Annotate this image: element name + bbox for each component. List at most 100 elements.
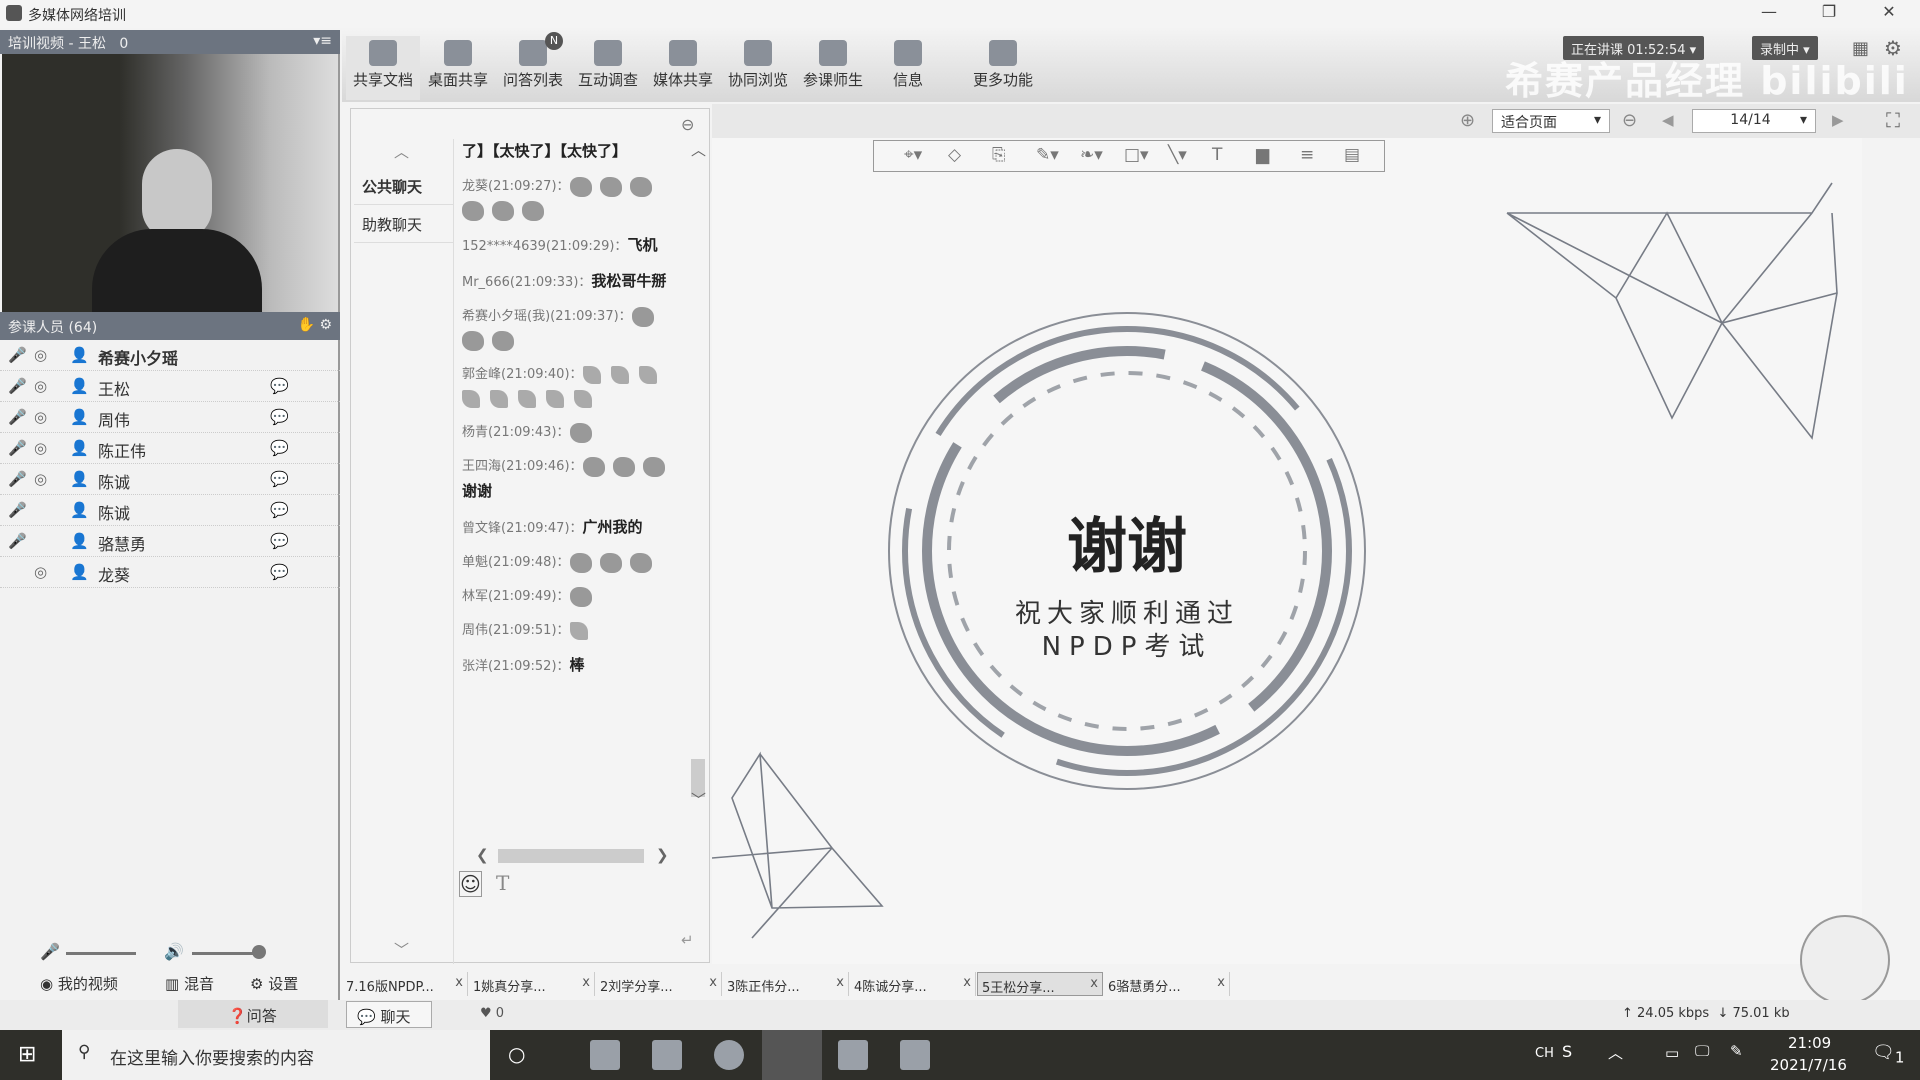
training-app-active[interactable] (762, 1030, 822, 1080)
mic-status-icon[interactable]: 🎤 (8, 532, 27, 550)
battery-icon[interactable]: ▭ (1665, 1044, 1679, 1062)
tabs-scroll-down[interactable]: ﹀ (394, 939, 409, 960)
tab-assistant-chat[interactable]: 助教聊天 (354, 205, 454, 243)
private-chat-icon[interactable]: 💬 (270, 563, 289, 581)
private-chat-icon[interactable]: 💬 (270, 470, 289, 488)
layout-icon[interactable]: ▦ (1852, 38, 1869, 59)
app-c2-icon[interactable] (900, 1040, 930, 1070)
app-c-icon[interactable] (838, 1040, 868, 1070)
annotation-tool-icon[interactable]: ◇ (948, 145, 961, 165)
mic-volume-slider[interactable] (66, 952, 136, 955)
close-tab-icon[interactable]: x (1090, 976, 1098, 991)
prev-page-button[interactable]: ◀ (1662, 111, 1674, 129)
participant-row[interactable]: 🎤 ◎ 👤 周伟 💬 (0, 402, 340, 433)
annotation-tool-icon[interactable]: ▆ (1256, 145, 1269, 165)
mix-button[interactable]: ▥ 混音 (165, 973, 214, 994)
document-tab[interactable]: 3陈正伟分... x (723, 972, 849, 996)
taskbar-search[interactable]: ⚲ 在这里输入你要搜索的内容 (62, 1030, 490, 1080)
gear-icon[interactable]: ⚙ (1884, 36, 1902, 60)
clock-date[interactable]: 2021/7/16 (1770, 1056, 1847, 1074)
annotation-tool-icon[interactable]: ⌖▾ (904, 145, 922, 165)
participant-row[interactable]: 🎤 ◎ 👤 陈正伟 💬 (0, 433, 340, 464)
notification-icon[interactable]: 🗨1 (1872, 1042, 1904, 1067)
close-tab-icon[interactable]: x (455, 975, 463, 990)
minimize-button[interactable]: — (1746, 2, 1792, 26)
participant-row[interactable]: 🎤 ◎ 👤 王松 💬 (0, 371, 340, 402)
toolbar-button[interactable]: 信息 (871, 36, 945, 100)
tab-qa[interactable]: ❓问答 (178, 1000, 328, 1028)
camera-status-icon[interactable]: ◎ (34, 470, 47, 488)
annotation-tool-icon[interactable]: T (1212, 145, 1222, 165)
participant-row[interactable]: 🎤 👤 陈诚 💬 (0, 495, 340, 526)
mic-status-icon[interactable]: 🎤 (8, 501, 27, 519)
toolbar-button[interactable]: 参课师生 (796, 36, 870, 100)
pen-icon[interactable]: ✎ (1730, 1042, 1743, 1060)
cortana-icon[interactable]: ○ (508, 1042, 525, 1066)
camera-status-icon[interactable]: ◎ (34, 377, 47, 395)
sogou-icon[interactable]: S (1562, 1042, 1572, 1061)
emoji-button[interactable]: ☺ (459, 871, 482, 897)
tab-chat[interactable]: 💬 聊天 (346, 1001, 432, 1028)
toolbar-button[interactable]: 协同浏览 (721, 36, 795, 100)
fullscreen-icon[interactable]: ⛶ (1886, 108, 1900, 132)
annotation-tool-icon[interactable]: □▾ (1124, 145, 1149, 165)
mic-status-icon[interactable]: 🎤 (8, 439, 27, 457)
private-chat-icon[interactable]: 💬 (270, 501, 289, 519)
zoom-mode-select[interactable]: 适合页面 ▾ (1492, 109, 1610, 133)
participant-row[interactable]: 🎤 👤 骆慧勇 💬 (0, 526, 340, 557)
camera-status-icon[interactable]: ◎ (34, 346, 47, 364)
close-tab-icon[interactable]: x (709, 975, 717, 990)
recording-button[interactable]: 录制中 ▾ (1752, 36, 1818, 60)
page-select[interactable]: 14/14 ▾ (1692, 109, 1816, 133)
camera-status-icon[interactable]: ◎ (34, 408, 47, 426)
close-tab-icon[interactable]: x (836, 975, 844, 990)
next-page-button[interactable]: ▶ (1832, 111, 1844, 129)
video-menu-icon[interactable]: ▾≡ (313, 33, 332, 49)
speaker-volume-slider[interactable] (192, 952, 258, 955)
my-video-button[interactable]: ◉ 我的视频 (40, 973, 118, 994)
document-tab[interactable]: 1姚真分享... x (469, 972, 595, 996)
clock-time[interactable]: 21:09 (1788, 1034, 1831, 1052)
annotation-tool-icon[interactable]: ✎▾ (1036, 145, 1059, 165)
annotation-tool-icon[interactable]: ⎘ (992, 145, 1006, 165)
chat-horizontal-scrollbar[interactable]: ❮ ❯ (456, 846, 686, 866)
chat-input[interactable] (456, 899, 686, 959)
camera-status-icon[interactable]: ◎ (34, 439, 47, 457)
private-chat-icon[interactable]: 💬 (270, 439, 289, 457)
annotation-tool-icon[interactable]: ❧▾ (1080, 145, 1103, 165)
settings-button[interactable]: ⚙ 设置 (250, 973, 298, 994)
close-tab-icon[interactable]: x (582, 975, 590, 990)
tabs-scroll-up[interactable]: ︿ (394, 141, 409, 162)
tray-expand-icon[interactable]: ︿ (1608, 1042, 1623, 1063)
toolbar-button[interactable]: 媒体共享 (646, 36, 720, 100)
private-chat-icon[interactable]: 💬 (270, 377, 289, 395)
annotation-tool-icon[interactable]: ≡ (1300, 145, 1314, 165)
zoom-in-icon[interactable]: ⊕ (1460, 110, 1475, 131)
participant-row[interactable]: 🎤 ◎ 👤 希赛小夕瑶 (0, 340, 340, 371)
hand-icon[interactable]: ✋ ⚙ (298, 317, 332, 333)
windows-start-icon[interactable]: ⊞ (18, 1042, 36, 1067)
network-icon[interactable]: 🖵 (1695, 1042, 1709, 1060)
lecture-status-button[interactable]: 正在讲课 01:52:54 ▾ (1563, 36, 1705, 60)
mic-status-icon[interactable]: 🎤 (8, 346, 27, 364)
powerpoint-icon[interactable] (590, 1040, 620, 1070)
restore-button[interactable]: ❐ (1806, 2, 1852, 26)
toolbar-button[interactable]: 共享文档 (346, 36, 420, 100)
document-tab[interactable]: 6骆慧勇分... x (1104, 972, 1230, 996)
toolbar-button[interactable]: 互动调查 (571, 36, 645, 100)
file-explorer-icon[interactable] (652, 1040, 682, 1070)
tab-public-chat[interactable]: 公共聊天 (354, 167, 454, 205)
private-chat-icon[interactable]: 💬 (270, 532, 289, 550)
toolbar-button[interactable]: 更多功能 (966, 36, 1040, 100)
close-tab-icon[interactable]: x (1217, 975, 1225, 990)
likes[interactable]: ♥ 0 (480, 1006, 504, 1021)
font-button[interactable]: T (496, 871, 509, 895)
document-tab[interactable]: 5王松分享... x (977, 972, 1103, 996)
mic-status-icon[interactable]: 🎤 (8, 408, 27, 426)
ime-indicator[interactable]: CH (1535, 1046, 1554, 1061)
zoom-out-icon[interactable]: ⊖ (1622, 110, 1637, 131)
annotation-tool-icon[interactable]: ▤ (1344, 145, 1360, 165)
mic-status-icon[interactable]: 🎤 (8, 377, 27, 395)
participant-row[interactable]: ◎ 👤 龙葵 💬 (0, 557, 340, 588)
send-icon[interactable]: ↵ (681, 931, 694, 949)
